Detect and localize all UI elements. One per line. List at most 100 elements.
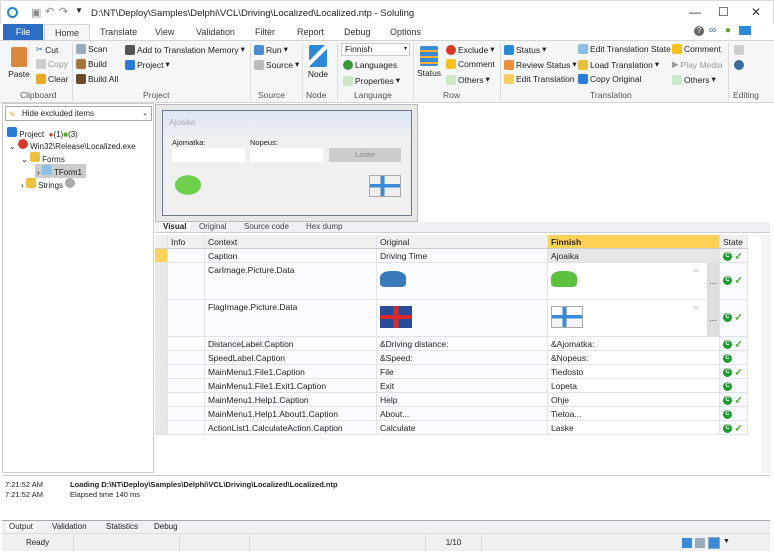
tab-source-code[interactable]: Source code [244,222,289,231]
layout-dropdown-icon[interactable]: ▼ [723,538,730,545]
finnish-cell[interactable]: Ajoaika [548,249,720,262]
row-indicator[interactable] [155,300,168,336]
translation-comment-button[interactable]: Comment [672,44,721,54]
review-status-button[interactable]: Review Status ▾ [504,59,577,70]
binoculars-icon[interactable]: ∞ [709,25,716,36]
languages-button[interactable]: Languages [343,60,397,70]
tab-original[interactable]: Original [199,222,227,231]
layout-1-icon[interactable] [682,538,692,548]
run-button[interactable]: Run ▾ [254,44,288,55]
header-finnish[interactable]: Finnish [548,235,720,248]
help-icon[interactable]: ? [694,26,704,36]
table-row[interactable]: MainMenu1.File1.Caption File Tiedosto C … [155,365,748,379]
finnish-cell[interactable]: Laske [548,421,720,434]
tab-options[interactable]: Options [390,24,421,40]
tab-output[interactable]: Output [6,522,37,531]
tab-view[interactable]: View [155,24,174,40]
row-indicator[interactable] [155,351,168,364]
finnish-cell[interactable]: Tietoa... [548,407,720,420]
tab-validation-output[interactable]: Validation [52,522,87,531]
table-row[interactable]: ActionList1.CalculateAction.Caption Calc… [155,421,748,435]
maximize-button[interactable]: ☐ [718,5,729,19]
project-button[interactable]: Project ▾ [125,59,170,70]
undo-icon[interactable]: ↶ [45,5,54,18]
table-row[interactable]: MainMenu1.Help1.Caption Help Ohje C ✓ [155,393,748,407]
monitor-icon[interactable] [739,26,751,35]
quick-access-dropdown-icon[interactable]: ▼ [75,6,83,15]
finnish-cell[interactable]: ∞… [548,263,720,299]
header-context[interactable]: Context [205,235,377,248]
build-button[interactable]: Build [76,59,107,69]
tab-debug-output[interactable]: Debug [154,522,178,531]
finnish-cell[interactable]: Tiedosto [548,365,720,378]
row-indicator[interactable] [155,407,168,420]
layout-3-icon[interactable] [708,537,720,549]
translation-others-button[interactable]: Others ▾ [672,74,716,85]
table-row[interactable]: CarImage.Picture.Data ∞… C ✓ [155,263,748,300]
source-button[interactable]: Source ▾ [254,59,299,70]
redo-icon[interactable]: ↷ [59,5,68,18]
tab-hex-dump[interactable]: Hex dump [306,222,342,231]
play-media-button[interactable]: ▶ Play Media [672,59,723,70]
tree-item-strings[interactable]: › Strings [21,178,76,190]
tab-debug[interactable]: Debug [344,24,371,40]
ellipsis-button[interactable]: … [707,263,719,299]
table-row[interactable]: DistanceLabel.Caption &Driving distance:… [155,337,748,351]
row-indicator[interactable] [155,365,168,378]
select-all-corner[interactable] [155,235,168,248]
clear-button[interactable]: Clear [36,74,68,84]
calculate-button[interactable]: Laske [329,148,401,162]
tree-item-forms[interactable]: ⌄ Forms [21,152,65,164]
form-preview[interactable]: Ajoaika Ajomatka: Nopeus: Laske [162,110,412,216]
exclude-button[interactable]: Exclude ▾ [446,44,495,55]
build-all-button[interactable]: Build All [76,74,118,84]
edit-translation-button[interactable]: Edit Translation [504,74,575,84]
row-others-button[interactable]: Others ▾ [446,74,490,85]
node-button[interactable]: Node [307,45,329,79]
tab-home[interactable]: Home [44,24,91,40]
row-status-button[interactable]: Status [417,46,441,78]
table-row[interactable]: MainMenu1.Help1.About1.Caption About... … [155,407,748,421]
distance-input[interactable] [172,148,245,162]
row-indicator[interactable] [155,263,168,299]
finnish-cell[interactable]: Ohje [548,393,720,406]
ellipsis-button[interactable]: … [707,300,719,336]
tree-item-exe[interactable]: ⌄ Win32\Release\Localized.exe [9,139,136,151]
cut-button[interactable]: ✂ Cut [36,44,58,55]
bulb-icon[interactable]: ● [725,25,731,36]
tab-filter[interactable]: Filter [255,24,275,40]
table-row[interactable]: Caption Driving Time Ajoaika C ✓ [155,249,748,263]
tree-item-project[interactable]: Project ●(1)■(3) [7,127,78,139]
close-button[interactable]: ✕ [751,5,761,19]
brush-icon[interactable] [734,45,744,55]
minimize-button[interactable]: — [689,5,701,19]
paste-button[interactable]: Paste [8,47,30,79]
properties-button[interactable]: Properties ▾ [343,75,400,86]
load-translation-button[interactable]: Load Translation ▾ [578,59,659,70]
finnish-cell[interactable]: &Ajomatka: [548,337,720,350]
speed-input[interactable] [250,148,323,162]
row-indicator[interactable] [155,249,168,262]
tab-translate[interactable]: Translate [100,24,137,40]
tree-item-tform1[interactable]: › TForm1 [35,164,86,178]
row-indicator[interactable] [155,379,168,392]
add-to-tm-button[interactable]: Add to Translation Memory ▾ [125,44,245,55]
save-icon[interactable]: ▣ [31,6,41,19]
row-indicator[interactable] [155,393,168,406]
filter-select[interactable]: ✎ Hide excluded items ⌄ [5,106,152,121]
row-comment-button[interactable]: Comment [446,59,495,69]
finnish-cell[interactable]: ∞… [548,300,720,336]
tab-statistics[interactable]: Statistics [106,522,138,531]
table-row[interactable]: SpeedLabel.Caption &Speed: &Nopeus: C [155,351,748,365]
table-row[interactable]: MainMenu1.File1.Exit1.Caption Exit Lopet… [155,379,748,393]
header-info[interactable]: Info [168,235,205,248]
finnish-cell[interactable]: &Nopeus: [548,351,720,364]
header-state[interactable]: State [720,235,748,248]
language-select[interactable]: Finnish ▾ [341,43,410,56]
row-indicator[interactable] [155,421,168,434]
copy-original-button[interactable]: Copy Original [578,74,642,84]
row-indicator[interactable] [155,337,168,350]
tab-file[interactable]: File [3,24,43,40]
tab-validation[interactable]: Validation [196,24,235,40]
finnish-cell[interactable]: Lopeta [548,379,720,392]
